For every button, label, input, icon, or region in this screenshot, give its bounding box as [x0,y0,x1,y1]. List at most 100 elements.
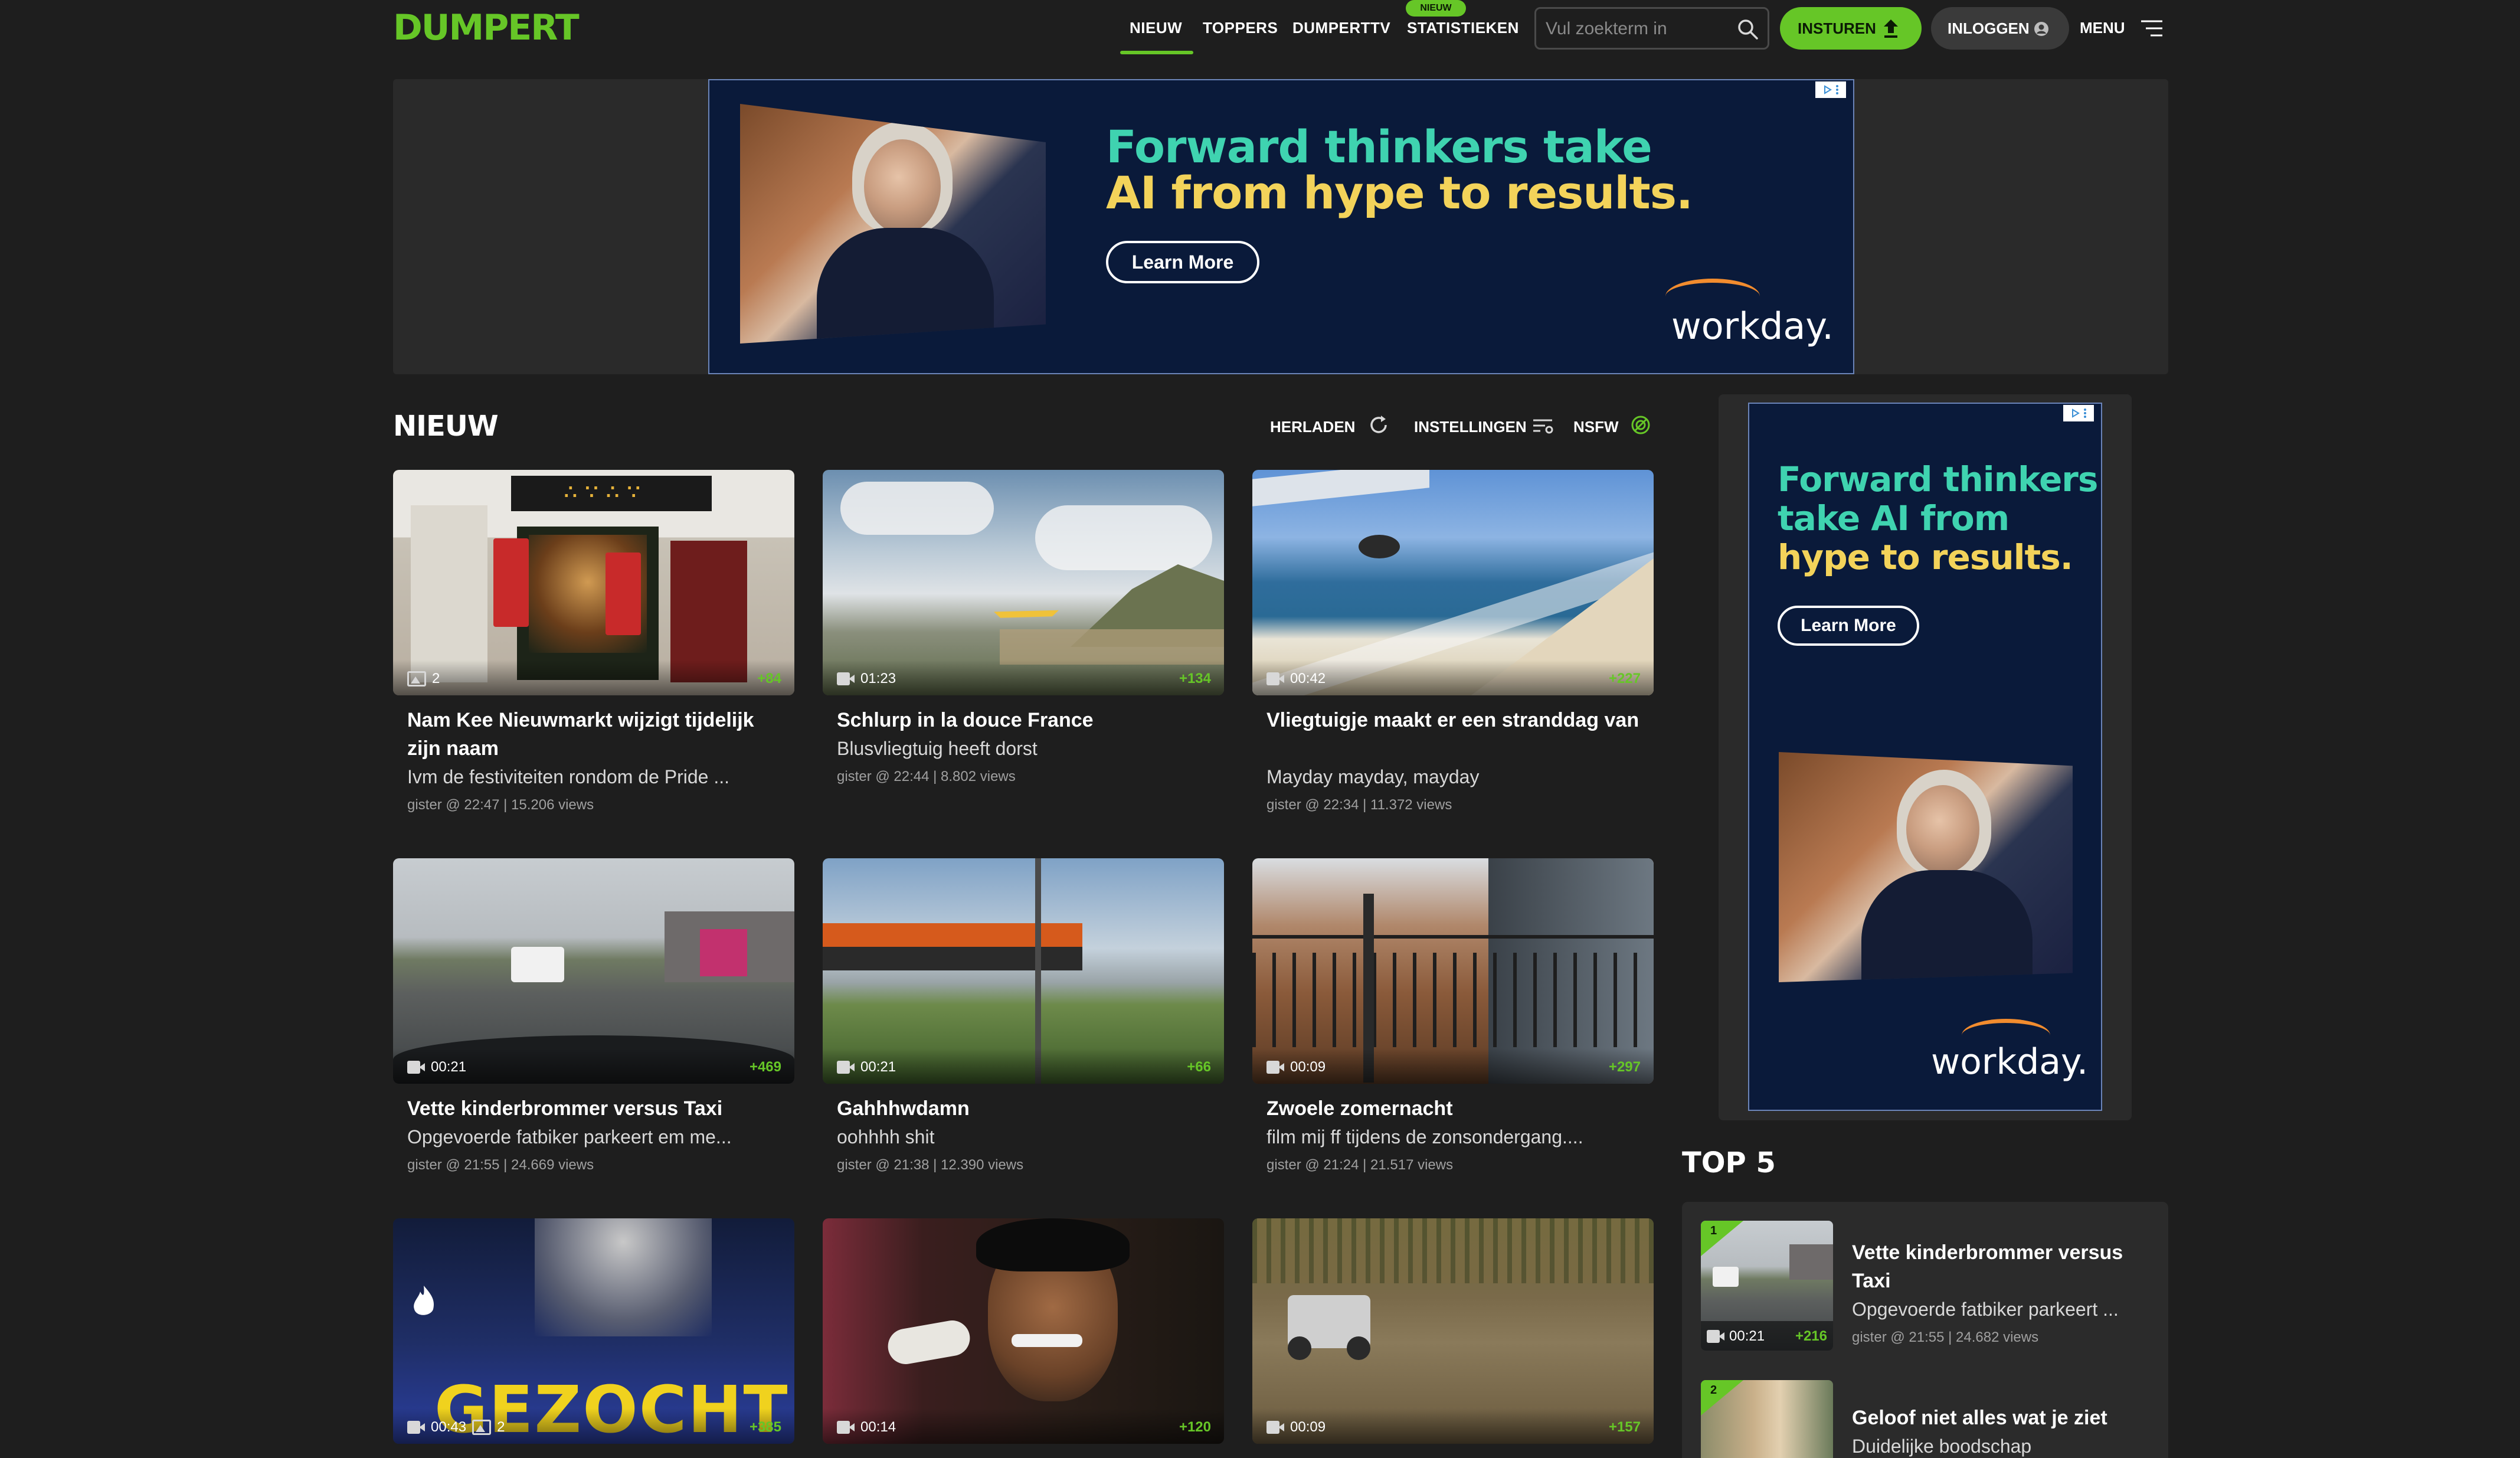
video-icon [837,1061,855,1074]
menu-button[interactable]: MENU [2080,19,2125,37]
photo-icon [407,671,426,686]
thumbnail[interactable]: 00:21 +469 [393,858,794,1084]
thumbnail[interactable]: 2 [1701,1380,1833,1458]
top5-subtitle: Duidelijke boodschap [1852,1436,2032,1457]
duration: 00:43 [431,1419,467,1435]
nav-dumperttv[interactable]: DUMPERTTV [1292,19,1390,37]
ad-learn-more-button[interactable]: Learn More [1106,241,1259,283]
ad-headline-2: AI from hype to results. [1106,166,1693,219]
card-title[interactable]: Zwoele zomernacht [1266,1094,1650,1123]
rank-badge: 1 [1701,1221,1743,1256]
ad-learn-more-button[interactable]: Learn More [1778,606,1919,646]
card-title[interactable]: Vette kinderbrommer versus Taxi [407,1094,791,1123]
media-meta: 00:21 [1707,1328,1765,1345]
login-button[interactable]: INLOGGEN [1931,7,2069,50]
card-subtitle: oohhhh shit [837,1126,935,1148]
upload-icon [1884,19,1898,38]
top5-info: gister @ 21:55 | 24.682 views [1852,1329,2039,1345]
video-icon [837,1421,855,1434]
new-badge: NIEUW [1406,0,1466,17]
settings-button[interactable]: INSTELLINGEN [1414,418,1527,436]
kudos-count: +227 [1608,671,1641,686]
media-meta: 00:09 [1266,1419,1326,1436]
video-icon [407,1421,425,1434]
ad-headline-2: take AI from [1778,498,2010,538]
duration: 00:09 [1290,1059,1326,1075]
card-subtitle: Ivm de festiviteiten rondom de Pride ... [407,766,730,787]
kudos-count: +120 [1179,1419,1211,1435]
kudos-count: +134 [1179,671,1211,686]
card-title[interactable]: Vliegtuigje maakt er een stranddag van [1266,706,1650,734]
card-title[interactable]: Gahhhwdamn [837,1094,1220,1123]
ad-headline-1: Forward thinkers take [1106,120,1652,173]
login-label: INLOGGEN [1948,19,2030,37]
submit-label: INSTUREN [1798,19,1876,37]
duration: 01:23 [860,671,896,686]
search-input[interactable] [1546,17,1723,41]
thumbnail[interactable]: GEZOCHT 00:43 2 +385 [393,1218,794,1444]
photo-count: 2 [497,1419,505,1435]
side-advertisement[interactable]: Forward thinkers take AI from hype to re… [1748,403,2102,1111]
top-advertisement[interactable]: Forward thinkers take AI from hype to re… [708,79,1854,374]
photo-icon [472,1420,492,1435]
kudos-count: +84 [757,671,781,686]
card-info: gister @ 22:47 | 15.206 views [407,797,594,813]
thumbnail[interactable]: 00:09 +157 [1252,1218,1654,1444]
thumbnail[interactable]: 00:42 +227 [1252,470,1654,695]
workday-logo: workday. [1931,1041,2089,1083]
media-meta: 00:21 [407,1059,466,1075]
nsfw-icon[interactable] [1629,413,1652,437]
thumbnail[interactable]: ∴∵∴∵ 2 +84 [393,470,794,695]
user-icon [2034,22,2048,36]
card-title[interactable]: Nam Kee Nieuwmarkt wijzigt tijdelijk zij… [407,706,791,763]
dumpert-logo[interactable]: DUMPERT [393,7,580,48]
card-subtitle: Blusvliegtuig heeft dorst [837,738,1038,759]
media-meta: 00:42 [1266,671,1326,687]
kudos-count: +297 [1608,1059,1641,1075]
nav-statistieken[interactable]: STATISTIEKEN [1407,19,1519,37]
card-subtitle: Mayday mayday, mayday [1266,766,1480,787]
kudos-count: +66 [1187,1059,1211,1075]
section-title: NIEUW [393,410,499,443]
duration: 00:21 [431,1059,467,1075]
reload-button[interactable]: HERLADEN [1270,418,1355,436]
thumbnail[interactable]: 00:09 +297 [1252,858,1654,1084]
top5-title-text[interactable]: Vette kinderbrommer versus Taxi [1852,1238,2159,1295]
site-header: DUMPERT NIEUW NIEUW TOPPERS DUMPERTTV ST… [0,0,2520,59]
media-meta: 01:23 [837,671,896,687]
thumbnail[interactable]: 1 00:21 +216 [1701,1221,1833,1351]
submit-button[interactable]: INSTUREN [1780,7,1922,50]
workday-logo: workday. [1671,305,1834,348]
hamburger-icon[interactable] [2140,19,2164,38]
media-meta: 00:21 [837,1059,896,1075]
kudos-count: +157 [1608,1419,1641,1435]
nav-nieuw[interactable]: NIEUW [1130,19,1182,37]
search-box [1534,7,1769,50]
thumbnail[interactable]: 00:14 +120 [823,1218,1224,1444]
duration: 00:14 [860,1419,896,1435]
top5-title-text[interactable]: Geloof niet alles wat je ziet [1852,1404,2159,1432]
ad-photo [740,104,1046,344]
card-info: gister @ 22:44 | 8.802 views [837,769,1016,784]
thumbnail[interactable]: 01:23 +134 [823,470,1224,695]
adchoices-icon[interactable] [1815,81,1846,98]
card-title[interactable]: Schlurp in la douce France [837,706,1220,734]
media-meta: 00:14 [837,1419,896,1436]
nsfw-toggle[interactable]: NSFW [1573,418,1619,436]
video-icon [407,1061,425,1074]
adchoices-icon[interactable] [2063,405,2094,421]
media-meta: 2 [407,671,440,687]
police-flame-icon [414,1286,434,1315]
kudos-count: +469 [749,1059,781,1075]
card-info: gister @ 21:55 | 24.669 views [407,1157,594,1173]
card-subtitle: film mij ff tijdens de zonsondergang.... [1266,1126,1583,1148]
kudos-count: +216 [1795,1328,1827,1344]
duration: 00:21 [860,1059,896,1075]
search-icon[interactable] [1736,17,1759,41]
reload-icon[interactable] [1367,413,1390,437]
thumbnail[interactable]: 00:21 +66 [823,858,1224,1084]
filter-settings-icon[interactable] [1531,413,1554,437]
card-info: gister @ 22:34 | 11.372 views [1266,797,1452,813]
nav-toppers[interactable]: TOPPERS [1203,19,1278,37]
card-info: gister @ 21:24 | 21.517 views [1266,1157,1454,1173]
